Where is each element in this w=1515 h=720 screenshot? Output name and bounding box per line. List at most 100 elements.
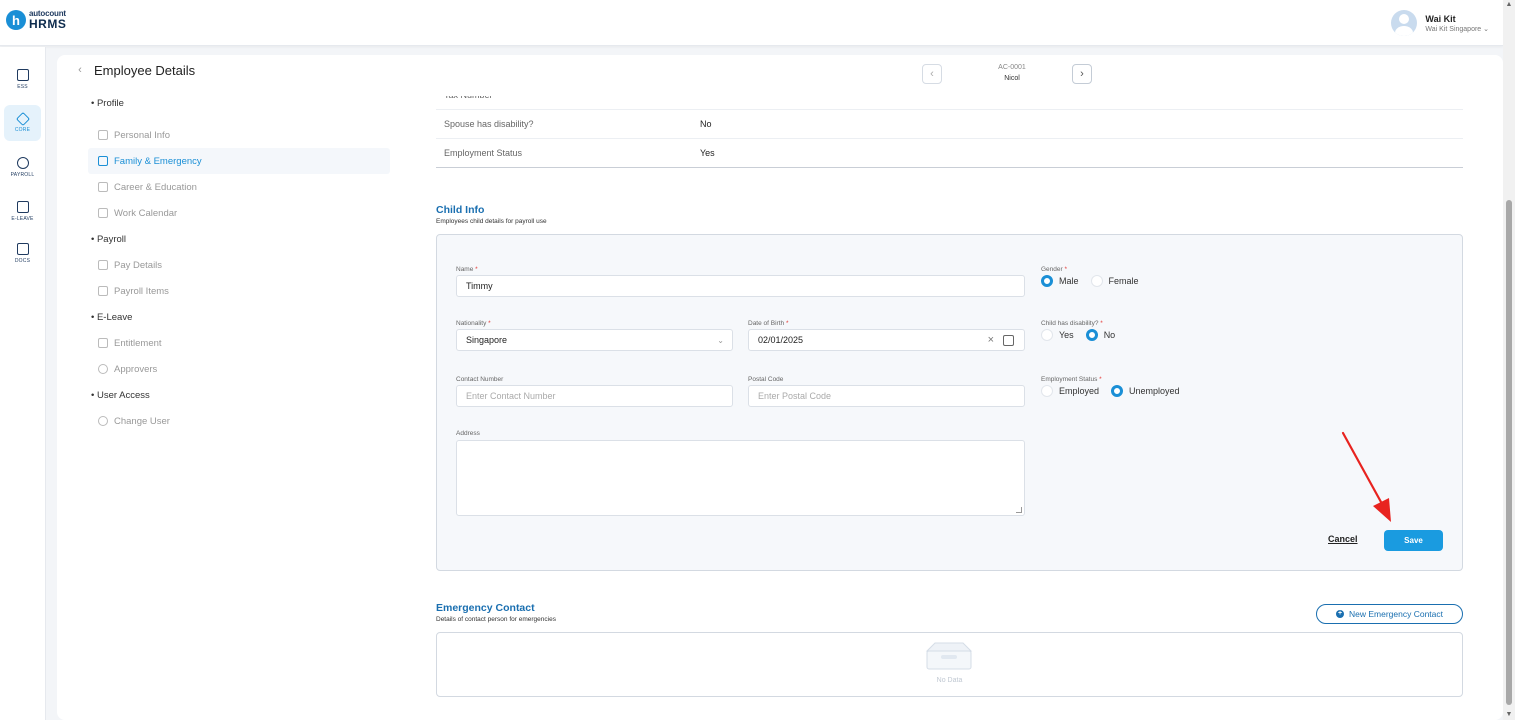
employee-name: Nicol bbox=[1004, 75, 1020, 82]
contact-number-input[interactable]: Enter Contact Number bbox=[456, 385, 733, 407]
calendar-icon[interactable] bbox=[1003, 335, 1014, 346]
id-card-icon bbox=[98, 130, 108, 140]
logo-mark: h bbox=[6, 10, 26, 30]
payroll-icon bbox=[16, 156, 29, 169]
spouse-row: Tax Number - bbox=[436, 96, 1463, 110]
employment-employed-option[interactable]: Employed bbox=[1041, 385, 1099, 397]
cancel-button[interactable]: Cancel bbox=[1328, 534, 1358, 544]
rail-item-docs[interactable]: DOCS bbox=[4, 235, 41, 271]
rail-label: ESS bbox=[17, 83, 28, 90]
calendar-icon bbox=[16, 200, 29, 213]
plus-icon: + bbox=[1335, 610, 1344, 618]
app-logo[interactable]: h autocount HRMS bbox=[6, 10, 66, 30]
next-employee-button[interactable]: › bbox=[1072, 64, 1092, 84]
avatar bbox=[1391, 10, 1418, 36]
career-icon bbox=[98, 182, 108, 192]
docs-icon bbox=[16, 242, 29, 255]
radio-unselected[interactable] bbox=[1041, 329, 1053, 341]
child-info-heading: Child Info Employees child details for p… bbox=[436, 204, 547, 225]
employee-code: AC-0001 bbox=[998, 64, 1026, 71]
radio-selected[interactable] bbox=[1111, 385, 1124, 397]
user-org: Wai Kit Singapore ⌄ bbox=[1425, 25, 1489, 33]
calendar-icon bbox=[98, 338, 108, 348]
contact-label: Contact Number bbox=[456, 376, 504, 383]
rail-label: E-LEAVE bbox=[11, 215, 34, 222]
name-label: Name * bbox=[456, 266, 478, 273]
ess-icon bbox=[16, 68, 29, 81]
user-menu[interactable]: Wai Kit Wai Kit Singapore ⌄ bbox=[1391, 10, 1489, 36]
radio-selected[interactable] bbox=[1041, 275, 1053, 287]
section-subtitle: Details of contact person for emergencie… bbox=[436, 616, 556, 623]
employment-radio-group: Employed Unemployed bbox=[1041, 385, 1192, 397]
page-title: Employee Details bbox=[94, 62, 196, 78]
menu-item-payroll-items[interactable]: Payroll Items bbox=[88, 278, 390, 304]
nationality-select[interactable]: Singapore ⌄ bbox=[456, 329, 733, 351]
scroll-thumb[interactable] bbox=[1506, 200, 1512, 705]
rail-item-payroll[interactable]: PAYROLL bbox=[4, 149, 41, 185]
rail-item-eleave[interactable]: E-LEAVE bbox=[4, 193, 41, 229]
module-rail: ESS CORE PAYROLL E-LEAVE DOCS bbox=[0, 47, 46, 720]
top-bar: h autocount HRMS Wai Kit Wai Kit Singapo… bbox=[0, 0, 1503, 46]
red-arrow-annotation bbox=[1341, 431, 1391, 522]
radio-unselected[interactable] bbox=[1090, 275, 1103, 287]
menu-item-personal-info[interactable]: Personal Info bbox=[88, 122, 390, 148]
spouse-row: Spouse has disability? No bbox=[436, 110, 1463, 139]
nationality-label: Nationality * bbox=[456, 320, 491, 327]
previous-employee-button[interactable]: ‹ bbox=[922, 64, 942, 84]
new-emergency-contact-button[interactable]: + New Emergency Contact bbox=[1316, 604, 1463, 624]
logo-product: HRMS bbox=[29, 17, 67, 31]
employment-status-label: Employment Status * bbox=[1041, 376, 1102, 383]
employment-unemployed-option[interactable]: Unemployed bbox=[1111, 385, 1180, 397]
disability-no-option[interactable]: No bbox=[1085, 329, 1115, 341]
items-icon bbox=[98, 286, 108, 296]
menu-section-profile: • Profile bbox=[91, 98, 124, 109]
gender-label: Gender * bbox=[1041, 266, 1068, 273]
child-info-form: Name * Timmy Gender * Male Female Nation… bbox=[436, 234, 1463, 571]
emergency-contact-heading: Emergency Contact Details of contact per… bbox=[436, 602, 556, 623]
postal-code-input[interactable]: Enter Postal Code bbox=[748, 385, 1025, 407]
gender-radio-group: Male Female bbox=[1041, 275, 1151, 287]
menu-item-change-user[interactable]: Change User bbox=[88, 408, 390, 434]
menu-item-family-emergency[interactable]: Family & Emergency bbox=[88, 148, 390, 174]
address-textarea[interactable] bbox=[456, 440, 1025, 516]
back-icon[interactable]: ‹ bbox=[72, 62, 88, 78]
save-button[interactable]: Save bbox=[1384, 530, 1443, 551]
rail-label: CORE bbox=[14, 126, 31, 133]
menu-item-entitlement[interactable]: Entitlement bbox=[88, 330, 390, 356]
menu-section-eleave: • E-Leave bbox=[91, 312, 133, 323]
section-title: Child Info bbox=[436, 204, 485, 216]
calendar-icon bbox=[98, 208, 108, 218]
radio-unselected[interactable] bbox=[1041, 385, 1053, 397]
gender-male-option[interactable]: Male bbox=[1041, 275, 1079, 287]
menu-item-career-education[interactable]: Career & Education bbox=[88, 174, 390, 200]
radio-selected[interactable] bbox=[1085, 329, 1098, 341]
page-scrollbar[interactable]: ▲ ▼ bbox=[1503, 0, 1515, 720]
menu-item-work-calendar[interactable]: Work Calendar bbox=[88, 200, 390, 226]
rail-item-core[interactable]: CORE bbox=[4, 105, 41, 141]
postal-label: Postal Code bbox=[748, 376, 784, 383]
gender-female-option[interactable]: Female bbox=[1090, 275, 1139, 287]
clear-icon[interactable]: × bbox=[988, 334, 994, 346]
name-input[interactable]: Timmy bbox=[456, 275, 1025, 297]
dob-label: Date of Birth * bbox=[748, 320, 789, 327]
disability-label: Child has disability? * bbox=[1041, 320, 1103, 327]
rail-item-ess[interactable]: ESS bbox=[4, 61, 41, 97]
section-subtitle: Employees child details for payroll use bbox=[436, 218, 547, 225]
core-icon bbox=[15, 111, 30, 126]
disability-yes-option[interactable]: Yes bbox=[1041, 329, 1074, 341]
disability-radio-group: Yes No bbox=[1041, 329, 1127, 341]
spouse-info-list: Tax Number - Spouse has disability? No E… bbox=[436, 96, 1463, 168]
menu-item-approvers[interactable]: Approvers bbox=[88, 356, 390, 382]
page-header: ‹ Employee Details bbox=[72, 62, 195, 78]
dob-input[interactable]: 02/01/2025 × bbox=[748, 329, 1025, 351]
rail-label: DOCS bbox=[14, 257, 31, 264]
family-icon bbox=[98, 156, 108, 166]
menu-section-user-access: • User Access bbox=[91, 390, 150, 401]
menu-section-payroll: • Payroll bbox=[91, 234, 127, 245]
user-icon bbox=[98, 416, 108, 426]
rail-label: PAYROLL bbox=[10, 171, 35, 178]
scroll-up-icon[interactable]: ▲ bbox=[1505, 1, 1513, 9]
scroll-down-icon[interactable]: ▼ bbox=[1505, 711, 1513, 719]
menu-item-pay-details[interactable]: Pay Details bbox=[88, 252, 390, 278]
resize-handle-icon[interactable] bbox=[1016, 507, 1022, 513]
